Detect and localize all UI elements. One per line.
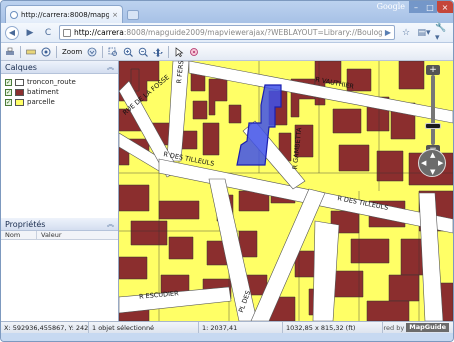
mapguide-logo: MapGuide: [406, 323, 449, 332]
layer-checkbox[interactable]: ✓: [5, 98, 12, 106]
layer-checkbox[interactable]: ✓: [5, 78, 12, 86]
pan-left-icon[interactable]: ◀: [421, 160, 426, 167]
properties-panel-title: Propriétés: [5, 219, 46, 229]
url-text[interactable]: http://carrera:8008/mapguide2009/mapview…: [74, 28, 382, 37]
selection-count: 1 objet sélectionné: [89, 321, 199, 334]
map-canvas[interactable]: R FERSAIT R VAUTHIER RUE DE LA FOSSE R G…: [119, 61, 453, 321]
buffer-icon[interactable]: [41, 47, 51, 57]
zoom-in-icon[interactable]: [123, 47, 134, 57]
browser-brand: Google: [376, 2, 405, 11]
collapse-layers-icon[interactable]: ︽: [107, 62, 114, 72]
tab-strip: http://carrera:8008/mapgui... × Google –…: [1, 1, 453, 23]
url-host: http://carrera: [74, 28, 124, 37]
layer-swatch: [15, 88, 24, 96]
tools-menu-button[interactable]: 🔧▾: [435, 23, 449, 43]
col-name: Nom: [1, 231, 37, 239]
layer-swatch: [15, 78, 24, 86]
layer-label: parcelle: [27, 98, 55, 106]
zoom-track[interactable]: [431, 75, 435, 145]
layer-item[interactable]: ✓ parcelle: [5, 97, 114, 107]
toolbar-separator: [102, 45, 104, 58]
zoom-label: Zoom: [62, 47, 83, 56]
page-icon: [63, 28, 71, 37]
toolbar-separator: [20, 45, 21, 58]
powered-by: Powered by MapGuide: [383, 322, 453, 334]
left-panel: Calques ︽ ✓ troncon_route ✓ batiment ✓ p…: [1, 61, 119, 321]
close-window-button[interactable]: ×: [437, 1, 453, 13]
toolbar-separator: [168, 45, 170, 58]
zoom-out-icon[interactable]: [138, 47, 149, 57]
browser-tab[interactable]: http://carrera:8008/mapgui... ×: [5, 5, 123, 23]
layers-panel-title: Calques: [5, 62, 37, 72]
maximize-button[interactable]: □: [423, 1, 437, 13]
map-toolbar: Zoom: [1, 43, 453, 61]
pan-icon[interactable]: [153, 47, 164, 57]
zoom-thumb[interactable]: [425, 123, 441, 129]
properties-panel-header: Propriétés ︽: [1, 218, 118, 231]
zoom-dropdown-icon[interactable]: [87, 47, 97, 57]
go-icon[interactable]: ▶: [385, 28, 391, 37]
url-path: :8008/mapguide2009/mapviewerajax/?WEBLAY…: [123, 28, 382, 37]
collapse-properties-icon[interactable]: ︽: [107, 219, 114, 229]
layer-item[interactable]: ✓ batiment: [5, 87, 114, 97]
select-radius-icon[interactable]: [189, 47, 199, 57]
zoom-in-button[interactable]: +: [426, 65, 440, 75]
powered-by-text: Powered by: [383, 323, 405, 332]
layer-label: troncon_route: [27, 78, 76, 86]
layer-checkbox[interactable]: ✓: [5, 88, 12, 96]
tab-close-icon[interactable]: ×: [112, 11, 118, 19]
measure-icon[interactable]: [26, 47, 36, 57]
layer-swatch: [15, 98, 24, 106]
map-extent-size: 1032,85 x 815,32 (ft): [283, 321, 383, 334]
pan-control[interactable]: ▲ ▼ ◀ ▶: [418, 149, 446, 177]
map-drawing: [119, 61, 453, 321]
layers-panel-header: Calques ︽: [1, 61, 118, 74]
address-bar[interactable]: http://carrera:8008/mapguide2009/mapview…: [59, 25, 395, 40]
col-value: Valeur: [41, 231, 62, 239]
pan-up-icon[interactable]: ▲: [430, 152, 435, 159]
status-bar: X: 592936,455867, Y: 2427425 1 objet sél…: [1, 321, 453, 334]
map-scale: 1: 2037,41: [199, 321, 283, 334]
page-menu-button[interactable]: ▤▾: [417, 26, 431, 40]
forward-button[interactable]: ▶: [23, 26, 37, 40]
back-button[interactable]: ◀: [5, 25, 19, 40]
new-tab-button[interactable]: [127, 10, 139, 20]
browser-window: http://carrera:8008/mapgui... × Google –…: [0, 0, 454, 342]
navigation-bar: ◀ ▶ C http://carrera:8008/mapguide2009/m…: [1, 23, 453, 43]
layer-item[interactable]: ✓ troncon_route: [5, 77, 114, 87]
print-icon[interactable]: [5, 47, 15, 57]
pan-right-icon[interactable]: ▶: [438, 160, 443, 167]
reload-button[interactable]: C: [41, 26, 55, 40]
select-arrow-icon[interactable]: [174, 46, 184, 57]
zoom-rectangle-icon[interactable]: [108, 47, 118, 57]
properties-table-header: Nom Valeur: [1, 231, 118, 240]
page-favicon-icon: [10, 10, 18, 19]
minimize-button[interactable]: –: [409, 1, 423, 13]
window-bottom-frame: [1, 333, 453, 341]
coordinates-readout: X: 592936,455867, Y: 2427425: [1, 321, 89, 334]
pan-down-icon[interactable]: ▼: [430, 169, 435, 176]
properties-panel: Propriétés ︽ Nom Valeur: [1, 218, 118, 240]
layer-list: ✓ troncon_route ✓ batiment ✓ parcelle: [1, 74, 118, 110]
toolbar-separator: [56, 45, 57, 58]
tab-title: http://carrera:8008/mapgui...: [21, 10, 109, 19]
bookmark-star-icon[interactable]: ☆: [399, 26, 413, 40]
layer-label: batiment: [27, 88, 59, 96]
